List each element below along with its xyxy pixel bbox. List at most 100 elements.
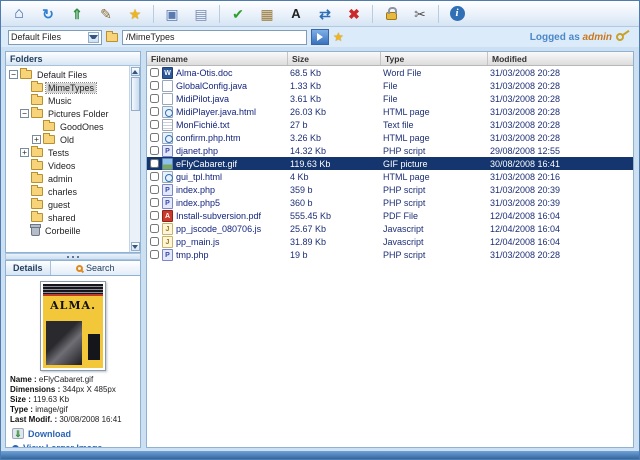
tree-item-corbeille[interactable]: Corbeille bbox=[6, 223, 140, 237]
preview-image[interactable]: ALMA. bbox=[40, 281, 106, 371]
download-link[interactable]: Download bbox=[6, 426, 140, 441]
file-name[interactable]: gui_tpl.html bbox=[176, 172, 286, 182]
file-name[interactable]: GlobalConfig.java bbox=[176, 81, 286, 91]
collapse-icon[interactable]: − bbox=[9, 70, 18, 79]
row-checkbox[interactable] bbox=[149, 185, 159, 194]
tree-item-root[interactable]: − Default Files bbox=[6, 68, 140, 81]
rename-button[interactable]: A bbox=[285, 3, 307, 25]
edit-button[interactable]: ✔ bbox=[227, 3, 249, 25]
file-name[interactable]: pp_main.js bbox=[176, 237, 286, 247]
delete-button[interactable]: ✖ bbox=[343, 3, 365, 25]
expand-icon[interactable]: + bbox=[32, 135, 41, 144]
js-file-icon bbox=[162, 222, 173, 235]
row-checkbox[interactable] bbox=[149, 211, 159, 220]
file-row[interactable]: index.php 359 b PHP script 31/03/2008 20… bbox=[147, 183, 633, 196]
file-row[interactable]: MidiPilot.java 3.61 Kb File 31/03/2008 2… bbox=[147, 92, 633, 105]
file-row[interactable]: Install-subversion.pdf 555.45 Kb PDF Fil… bbox=[147, 209, 633, 222]
row-checkbox[interactable] bbox=[149, 237, 159, 246]
file-name[interactable]: eFlyCabaret.gif bbox=[176, 159, 286, 169]
tree-item-pictures-folder[interactable]: − Pictures Folder bbox=[6, 107, 140, 120]
scrollbar-thumb[interactable] bbox=[130, 77, 140, 111]
row-checkbox[interactable] bbox=[149, 120, 159, 129]
file-row[interactable]: djanet.php 14.32 Kb PHP script 29/08/200… bbox=[147, 144, 633, 157]
column-header-filename[interactable]: Filename bbox=[147, 52, 287, 65]
column-header-size[interactable]: Size bbox=[287, 52, 380, 65]
file-name[interactable]: confirm.php.htm bbox=[176, 133, 286, 143]
file-row[interactable]: gui_tpl.html 4 Kb HTML page 31/03/2008 2… bbox=[147, 170, 633, 183]
file-name[interactable]: MidiPlayer.java.html bbox=[176, 107, 286, 117]
view-larger-link[interactable]: View Larger Image bbox=[6, 441, 140, 447]
permissions-button[interactable] bbox=[380, 3, 402, 25]
row-checkbox[interactable] bbox=[149, 198, 159, 207]
upload-button[interactable]: ⇑ bbox=[66, 3, 88, 25]
file-name[interactable]: tmp.php bbox=[176, 250, 286, 260]
file-name[interactable]: Alma-Otis.doc bbox=[176, 68, 286, 78]
star-icon: ★ bbox=[128, 5, 142, 22]
collapse-icon[interactable]: − bbox=[20, 109, 29, 118]
file-name[interactable]: index.php bbox=[176, 185, 286, 195]
row-checkbox[interactable] bbox=[149, 146, 159, 155]
info-button[interactable]: i bbox=[446, 3, 468, 25]
archive-button[interactable]: ▦ bbox=[256, 3, 278, 25]
tree-item-admin[interactable]: admin bbox=[6, 172, 140, 185]
path-input[interactable] bbox=[122, 29, 307, 45]
file-row[interactable]: MidiPlayer.java.html 26.03 Kb HTML page … bbox=[147, 105, 633, 118]
scroll-down-arrow[interactable] bbox=[130, 242, 140, 251]
tree-item-music[interactable]: Music bbox=[6, 94, 140, 107]
file-row[interactable]: Alma-Otis.doc 68.5 Kb Word File 31/03/20… bbox=[147, 66, 633, 79]
file-row[interactable]: GlobalConfig.java 1.33 Kb File 31/03/200… bbox=[147, 79, 633, 92]
file-row[interactable]: MonFichié.txt 27 b Text file 31/03/2008 … bbox=[147, 118, 633, 131]
bookmark-star-icon[interactable]: ★ bbox=[333, 30, 344, 44]
tree-item-videos[interactable]: Videos bbox=[6, 159, 140, 172]
file-name[interactable]: pp_jscode_080706.js bbox=[176, 224, 286, 234]
file-type: GIF picture bbox=[383, 158, 428, 169]
php-file-icon bbox=[162, 144, 173, 157]
row-checkbox[interactable] bbox=[149, 133, 159, 142]
column-header-type[interactable]: Type bbox=[380, 52, 487, 65]
file-name[interactable]: MidiPilot.java bbox=[176, 94, 286, 104]
file-row-selected[interactable]: eFlyCabaret.gif 119.63 Kb GIF picture 30… bbox=[147, 157, 633, 170]
row-checkbox[interactable] bbox=[149, 107, 159, 116]
file-name[interactable]: Install-subversion.pdf bbox=[176, 211, 286, 221]
copy-button[interactable]: ▣ bbox=[161, 3, 183, 25]
row-checkbox[interactable] bbox=[149, 250, 159, 259]
file-name[interactable]: index.php5 bbox=[176, 198, 286, 208]
tree-item-mimetypes[interactable]: MimeTypes bbox=[6, 81, 140, 94]
file-row[interactable]: pp_main.js 31.89 Kb Javascript 12/04/200… bbox=[147, 235, 633, 248]
row-checkbox[interactable] bbox=[149, 68, 159, 77]
move-button[interactable]: ⇄ bbox=[314, 3, 336, 25]
scroll-up-arrow[interactable] bbox=[130, 67, 140, 76]
tab-search[interactable]: Search bbox=[49, 261, 140, 275]
tree-item-tests[interactable]: + Tests bbox=[6, 146, 140, 159]
key-icon[interactable] bbox=[614, 31, 626, 43]
paste-button[interactable]: ▤ bbox=[190, 3, 212, 25]
volume-select[interactable]: Default Files bbox=[8, 29, 102, 45]
tree-item-goodones[interactable]: GoodOnes bbox=[6, 120, 140, 133]
panel-splitter[interactable] bbox=[5, 253, 141, 260]
refresh-button[interactable]: ↻ bbox=[37, 3, 59, 25]
tree-item-shared[interactable]: shared bbox=[6, 211, 140, 224]
home-button[interactable]: ⌂ bbox=[8, 3, 30, 25]
folders-scrollbar[interactable] bbox=[129, 66, 140, 252]
row-checkbox[interactable] bbox=[149, 81, 159, 90]
expand-icon[interactable]: + bbox=[20, 148, 29, 157]
go-button[interactable] bbox=[311, 29, 329, 45]
row-checkbox[interactable] bbox=[149, 159, 159, 168]
file-name[interactable]: djanet.php bbox=[176, 146, 286, 156]
file-name[interactable]: MonFichié.txt bbox=[176, 120, 286, 130]
row-checkbox[interactable] bbox=[149, 94, 159, 103]
new-file-button[interactable]: ✎ bbox=[95, 3, 117, 25]
tree-item-old[interactable]: + Old bbox=[6, 133, 140, 146]
tree-item-guest[interactable]: guest bbox=[6, 198, 140, 211]
tree-item-charles[interactable]: charles bbox=[6, 185, 140, 198]
bookmark-button[interactable]: ★ bbox=[124, 3, 146, 25]
row-checkbox[interactable] bbox=[149, 172, 159, 181]
file-row[interactable]: confirm.php.htm 3.26 Kb HTML page 31/03/… bbox=[147, 131, 633, 144]
row-checkbox[interactable] bbox=[149, 224, 159, 233]
column-header-modified[interactable]: Modified bbox=[487, 52, 633, 65]
file-row[interactable]: tmp.php 19 b PHP script 31/03/2008 20:28 bbox=[147, 248, 633, 261]
admin-button[interactable]: ✂ bbox=[409, 3, 431, 25]
tab-details[interactable]: Details bbox=[6, 261, 50, 275]
file-row[interactable]: pp_jscode_080706.js 25.67 Kb Javascript … bbox=[147, 222, 633, 235]
file-row[interactable]: index.php5 360 b PHP script 31/03/2008 2… bbox=[147, 196, 633, 209]
